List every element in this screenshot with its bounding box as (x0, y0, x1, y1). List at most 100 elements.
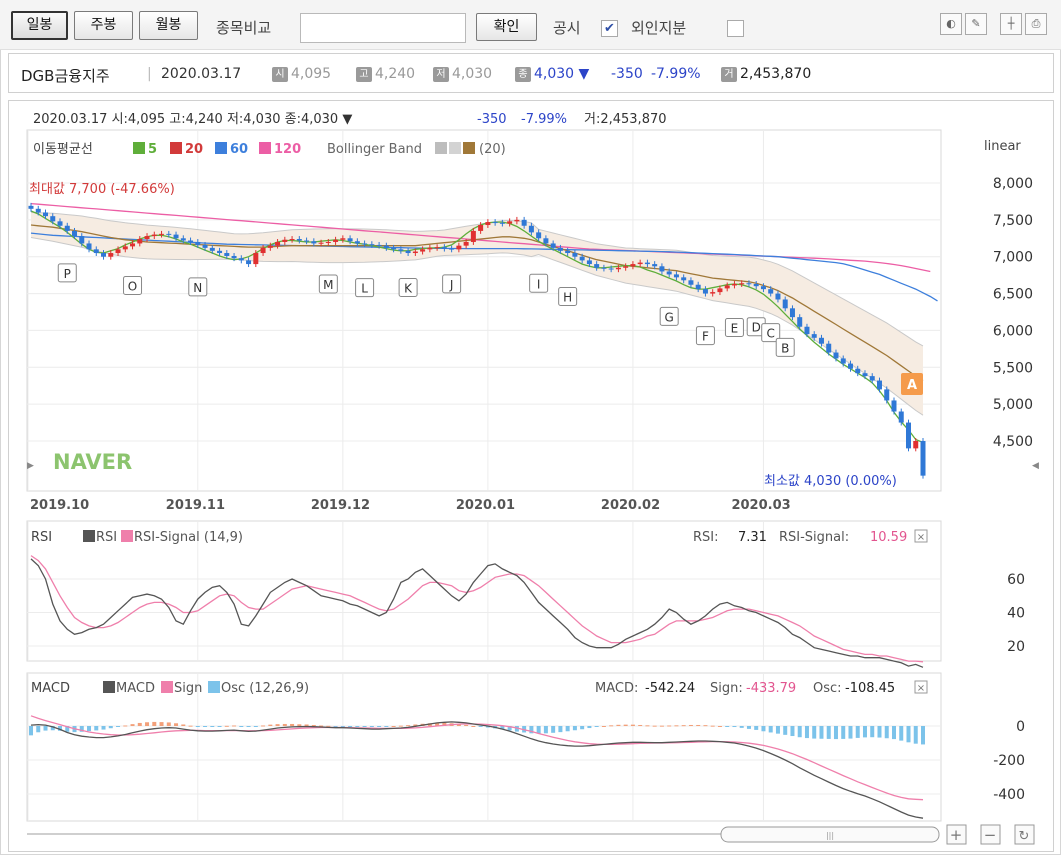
info-close: 종 4,030 ▼ (515, 66, 589, 82)
candle (681, 277, 687, 281)
candle (130, 243, 136, 247)
osc-bar (406, 725, 411, 727)
print-icon[interactable]: ⎙ (1025, 13, 1047, 35)
bulb-icon[interactable]: ◐ (940, 13, 962, 35)
crosshair-icon[interactable]: ┼ (1000, 13, 1022, 35)
naver-watermark: NAVER (53, 450, 132, 474)
stock-info-bar: DGB금융지주 | 2020.03.17 시 4,095 고 4,240 저 4,03… (8, 53, 1054, 93)
osc-readout-label: Osc: (813, 681, 842, 696)
candle (615, 267, 621, 270)
scroll-left-icon[interactable]: ▶ (27, 461, 34, 471)
candle (586, 260, 592, 265)
pencil-icon[interactable]: ✎ (965, 13, 987, 35)
osc-bar (174, 723, 179, 726)
confirm-button[interactable]: 확인 (476, 13, 537, 41)
osc-bar (181, 724, 186, 726)
date-tick-label: 2019.12 (311, 498, 370, 513)
compare-input[interactable] (300, 13, 466, 43)
close-tag: 종 (515, 67, 531, 82)
price-tick-label: 4,500 (993, 434, 1033, 450)
foreign-share-checkbox[interactable] (727, 20, 744, 37)
rsi-tick-label: 40 (1007, 606, 1025, 622)
osc-bar (688, 724, 693, 726)
bb-label: Bollinger Band (327, 142, 422, 157)
high-value: 4,240 (375, 66, 416, 82)
monthly-button[interactable]: 월봉 (139, 11, 198, 40)
candle (826, 343, 832, 353)
candle (86, 243, 92, 250)
candle (383, 245, 389, 248)
osc-bar (152, 721, 157, 726)
info-date: 2020.03.17 (161, 66, 242, 82)
candle (775, 293, 781, 300)
info-volume: 거 2,453,870 (721, 66, 811, 82)
osc-bar (681, 725, 686, 727)
rsi-legend: RSI (96, 530, 117, 545)
candle (543, 238, 549, 244)
event-marker-label: F (702, 330, 709, 344)
osc-bar (645, 725, 650, 727)
osc-bar (616, 724, 621, 726)
compare-label: 종목비교 (216, 19, 272, 37)
info-change: -350 (611, 66, 643, 82)
osc-bar (203, 726, 208, 727)
event-marker-label: M (323, 278, 333, 292)
osc-bar (232, 725, 237, 727)
candle (57, 221, 63, 226)
candle (289, 239, 295, 241)
osc-bar (877, 726, 882, 738)
osc-bar (551, 726, 556, 733)
candle (362, 243, 368, 245)
candle (275, 241, 281, 246)
disclosure-checkbox[interactable]: ✔ (601, 20, 618, 37)
rsi-tick-label: 20 (1007, 639, 1025, 655)
sign-readout: -433.79 (746, 681, 796, 696)
osc-bar (297, 724, 302, 726)
candle (717, 288, 723, 293)
osc-bar (478, 726, 483, 727)
candle (180, 238, 186, 241)
osc-bar (572, 726, 577, 731)
candle (253, 253, 259, 265)
candle (644, 262, 650, 265)
candle (898, 411, 904, 423)
osc-bar (282, 723, 287, 726)
candle (231, 255, 237, 259)
event-marker-label: G (665, 310, 674, 324)
event-marker-label: N (193, 281, 202, 295)
osc-bar (623, 724, 628, 726)
candle (318, 242, 324, 244)
event-marker-label: E (731, 321, 739, 335)
osc-bar (369, 726, 374, 727)
daily-button[interactable]: 일봉 (11, 11, 68, 40)
candle (688, 280, 694, 285)
ma120-label: 120 (274, 142, 301, 157)
separator: | (147, 66, 152, 82)
osc-bar (732, 726, 737, 728)
candle (862, 373, 868, 377)
min-label: 최소값 4,030 (0.00%) (764, 474, 897, 489)
candle (514, 219, 520, 222)
sign-legend: Sign (174, 681, 202, 696)
candle (202, 244, 208, 248)
osc-bar (601, 726, 606, 727)
candle (884, 389, 890, 401)
osc-bar (290, 723, 295, 726)
candle (760, 286, 766, 290)
foreign-share-label: 외인지분 (631, 19, 687, 37)
chart-svg[interactable]: 2020.03.17 시:4,095 고:4,240 저:4,030 종:4,0… (9, 101, 1055, 853)
osc-bar (188, 725, 193, 727)
osc-bar (797, 726, 802, 738)
chart-area[interactable]: 2020.03.17 시:4,095 고:4,240 저:4,030 종:4,0… (8, 100, 1054, 852)
osc-bar (246, 726, 251, 727)
candle (122, 246, 128, 250)
candle (840, 358, 846, 364)
candle (550, 243, 556, 248)
candle (666, 271, 672, 275)
candle (673, 274, 679, 278)
event-marker-label: C (767, 327, 775, 341)
scroll-right-icon[interactable]: ◀ (1032, 461, 1039, 471)
macd-tick-label: -200 (993, 753, 1025, 769)
weekly-button[interactable]: 주봉 (74, 11, 133, 40)
candle (93, 249, 99, 254)
